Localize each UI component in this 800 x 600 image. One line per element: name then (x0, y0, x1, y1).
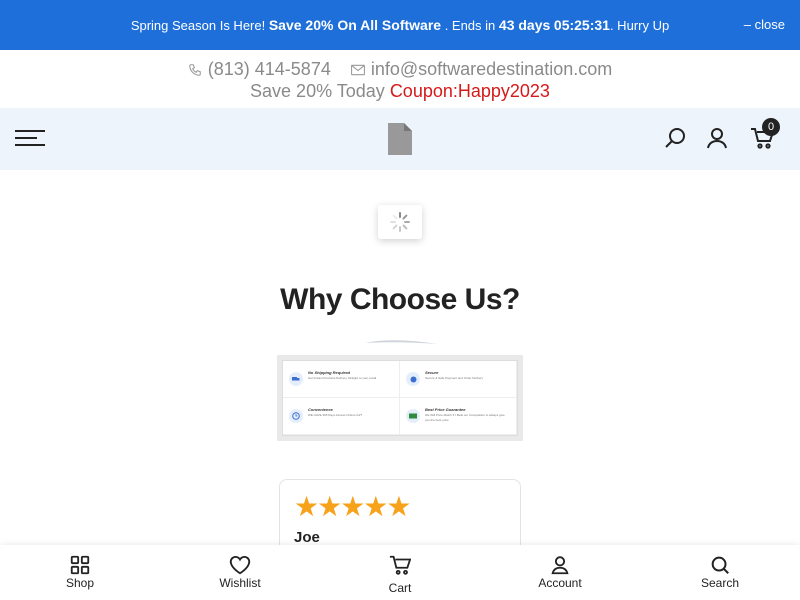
site-header (0, 108, 800, 170)
why-choose-us-heading: Why Choose Us? (280, 283, 520, 316)
loading-spinner (378, 205, 422, 239)
cart-icon (389, 555, 412, 575)
nav-wishlist-label: Wishlist (219, 576, 261, 590)
clock-icon (289, 409, 303, 423)
mail-icon (350, 64, 365, 75)
reviewer-name: Joe (294, 529, 320, 546)
feature-no-shipping: No Shipping Required Get Instant Products… (283, 361, 400, 398)
feature-convenience: Convenience WE HAVE 365 Days Access Order… (283, 398, 400, 435)
promo-countdown: 05:25:31 (553, 17, 610, 33)
nav-shop-label: Shop (65, 576, 95, 590)
hamburger-menu-button[interactable] (15, 130, 45, 148)
promo-days: 43 days (498, 17, 551, 33)
user-icon (551, 556, 569, 575)
nav-search[interactable]: Search (640, 545, 800, 600)
phone-link[interactable]: (813) 414-5874 (188, 59, 331, 80)
features-image: No Shipping Required Get Instant Products… (277, 355, 523, 441)
phone-number: (813) 414-5874 (207, 59, 331, 79)
title-underline-swoosh (365, 340, 437, 344)
coupon-code: Coupon:Happy2023 (389, 81, 550, 101)
cart-count-badge: 0 (762, 118, 780, 136)
money-icon (406, 409, 420, 423)
grid-icon (70, 555, 90, 575)
promo-text: Spring Season Is Here! Save 20% On All S… (130, 17, 670, 33)
feature-best-price: Best Price Guarantee We Will Price Match … (400, 398, 517, 435)
email-address: info@softwaredestination.com (370, 59, 613, 79)
nav-shop[interactable]: Shop (0, 545, 160, 600)
nav-wishlist[interactable]: Wishlist (160, 545, 320, 600)
search-icon (711, 556, 729, 574)
spinner-icon (390, 212, 410, 232)
truck-icon (289, 372, 303, 386)
promo-bar: Spring Season Is Here! Save 20% On All S… (0, 0, 800, 50)
phone-icon (188, 63, 201, 76)
feature-secure: Secure Secure & Safe Payment and Order De… (400, 361, 517, 398)
nav-account-label: Account (538, 576, 582, 590)
lock-icon (406, 372, 420, 386)
promo-close-button[interactable]: – close (744, 17, 785, 32)
save-line: Save 20% Today Coupon:Happy2023 (250, 81, 550, 101)
promo-highlight: Save 20% On All Software (268, 17, 442, 33)
email-link[interactable]: info@softwaredestination.com (350, 59, 613, 80)
heart-icon (229, 555, 251, 575)
logo-icon[interactable] (388, 123, 412, 155)
nav-cart-label: Cart (388, 581, 412, 595)
nav-search-label: Search (700, 576, 740, 590)
star-rating: ★★★★★ (294, 491, 412, 522)
nav-cart[interactable]: Cart (320, 545, 480, 600)
contact-bar: (813) 414-5874 info@softwaredestination.… (0, 50, 800, 108)
bottom-navigation: Shop Wishlist Cart Account Search (0, 545, 800, 600)
search-icon[interactable] (664, 126, 688, 150)
account-icon[interactable] (705, 126, 729, 150)
nav-account[interactable]: Account (480, 545, 640, 600)
